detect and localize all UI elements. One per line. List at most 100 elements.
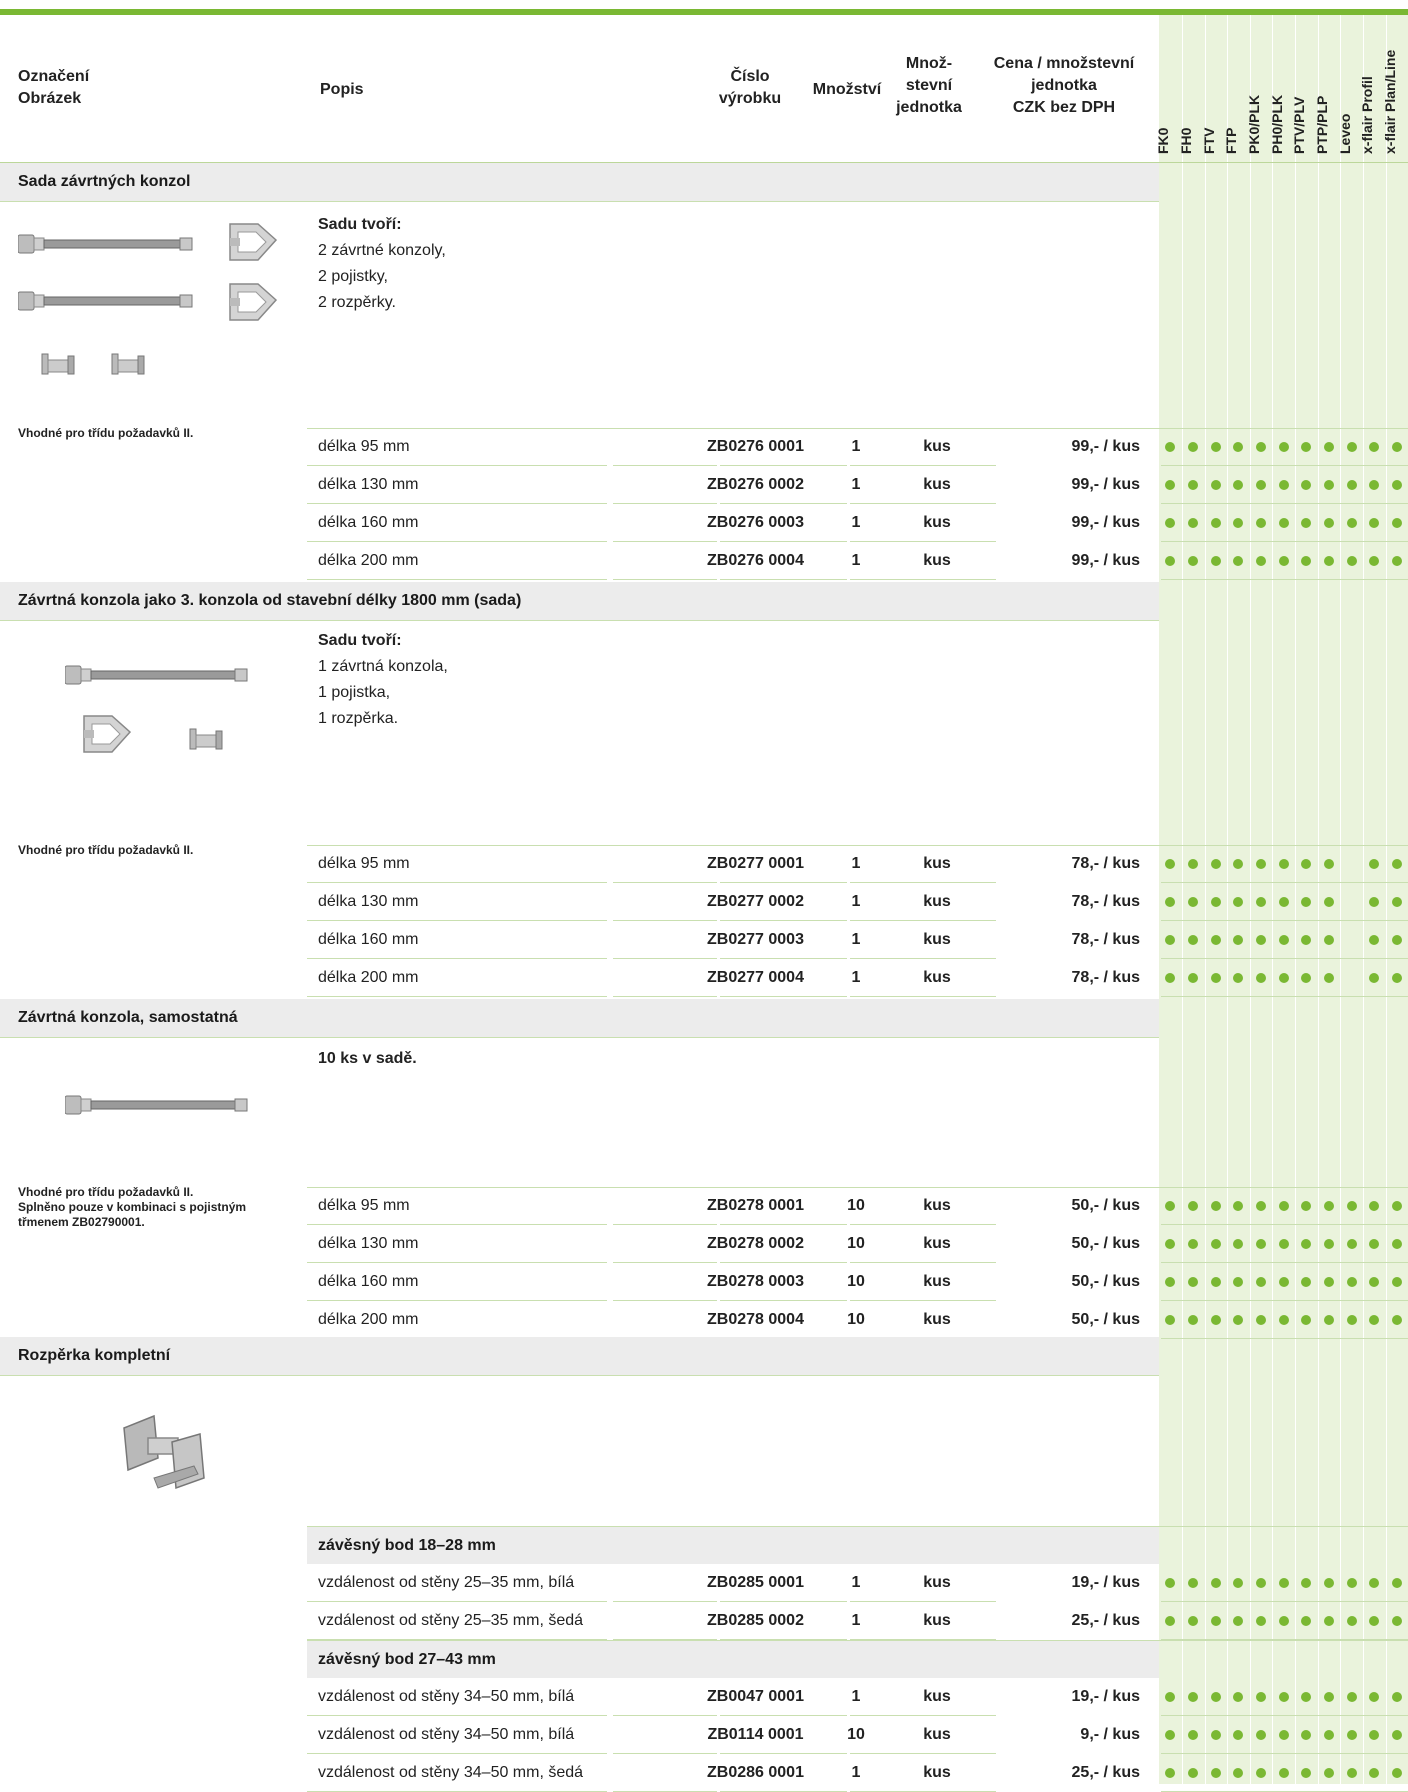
row-underline — [1161, 958, 1408, 959]
row-underline — [720, 465, 790, 466]
row-underline — [783, 1224, 847, 1225]
compat-dot — [1392, 480, 1402, 490]
compat-dot — [1256, 1277, 1266, 1287]
row-underline — [850, 1753, 996, 1754]
row-underline — [1161, 882, 1408, 883]
compat-dot — [1347, 1768, 1357, 1778]
compat-dot — [1256, 1730, 1266, 1740]
row-underline — [783, 579, 847, 580]
compat-dot — [1369, 1616, 1379, 1626]
row-underline — [850, 882, 996, 883]
row-description: délka 130 mm — [318, 1235, 419, 1252]
compat-dot — [1211, 1201, 1221, 1211]
compat-dot — [1211, 442, 1221, 452]
compat-dot — [1347, 518, 1357, 528]
compat-header-label: x-flair Profil — [1359, 76, 1375, 154]
compat-dot — [1188, 480, 1198, 490]
compat-dot — [1211, 859, 1221, 869]
description-heading: Sadu tvoří: — [318, 216, 402, 233]
table-row: délka 130 mm ZB0276 0002 1 kus 99,- / kus — [307, 467, 1408, 504]
description-line: 2 závrtné konzoly, — [318, 242, 446, 259]
header-price-line2: jednotka — [1031, 77, 1097, 94]
compat-dot — [1279, 1730, 1289, 1740]
compat-dot — [1279, 935, 1289, 945]
compat-dot — [1256, 973, 1266, 983]
compat-dot — [1392, 1277, 1402, 1287]
table-row: délka 200 mm ZB0276 0004 1 kus 99,- / kus — [307, 543, 1408, 580]
compat-dot — [1233, 1315, 1243, 1325]
compat-dot — [1188, 1201, 1198, 1211]
compat-dot — [1188, 442, 1198, 452]
compat-header-label: PK0/PLK — [1246, 94, 1262, 154]
row-underline — [613, 1601, 717, 1602]
compat-dot — [1324, 1277, 1334, 1287]
compat-dot — [1369, 935, 1379, 945]
compat-dot — [1347, 442, 1357, 452]
compat-dot — [1369, 1730, 1379, 1740]
row-underline — [307, 1715, 607, 1716]
header-col-designation: Označení Obrázek — [18, 66, 89, 110]
compat-dot — [1369, 1578, 1379, 1588]
compat-dot — [1279, 1201, 1289, 1211]
header-col-unit: Množ- stevní jednotka — [885, 53, 973, 119]
row-product-number: ZB0277 0003 — [707, 931, 804, 948]
row-description: délka 130 mm — [318, 893, 419, 910]
compat-dot — [1324, 1201, 1334, 1211]
row-unit: kus — [923, 1574, 951, 1591]
compat-header-label: FH0 — [1178, 127, 1194, 154]
compat-dot — [1347, 1239, 1357, 1249]
table-row: délka 200 mm ZB0278 0004 10 kus 50,- / kus — [307, 1302, 1408, 1339]
row-price: 9,- / kus — [1080, 1726, 1140, 1743]
subgroup-title: závěsný bod 18–28 mm — [318, 1537, 496, 1554]
row-price: 25,- / kus — [1071, 1612, 1140, 1629]
row-description: délka 95 mm — [318, 855, 410, 872]
compat-dot — [1324, 1692, 1334, 1702]
row-description: délka 200 mm — [318, 552, 419, 569]
row-underline — [850, 579, 996, 580]
safety-clip-image — [228, 220, 280, 269]
compat-dot — [1188, 1277, 1198, 1287]
compat-dot — [1279, 1239, 1289, 1249]
section-description: Sadu tvoří: 2 závrtné konzoly, 2 pojistky,… — [318, 212, 446, 316]
row-underline — [613, 958, 717, 959]
compat-dot — [1211, 1315, 1221, 1325]
requirement-note: Vhodné pro třídu požadavků II. Splněno p… — [18, 1185, 247, 1229]
header-unit-line1: Množ- — [905, 55, 953, 72]
compat-dot — [1369, 1315, 1379, 1325]
row-underline — [850, 1715, 996, 1716]
row-underline — [307, 1300, 607, 1301]
table-row: délka 95 mm ZB0277 0001 1 kus 78,- / kus — [307, 846, 1408, 883]
row-product-number: ZB0278 0001 — [707, 1197, 804, 1214]
compat-header-label: FTV — [1201, 127, 1217, 154]
compat-dot — [1165, 973, 1175, 983]
compat-dot — [1188, 973, 1198, 983]
table-row: vzdálenost od stěny 34–50 mm, bílá ZB0114… — [307, 1717, 1408, 1754]
compat-dot — [1188, 935, 1198, 945]
compat-dot — [1392, 1730, 1402, 1740]
row-product-number: ZB0278 0004 — [707, 1311, 804, 1328]
compat-dot — [1324, 1768, 1334, 1778]
row-price: 99,- / kus — [1071, 552, 1140, 569]
header-col-description: Popis — [320, 81, 364, 98]
description-line: 1 rozpěrka. — [318, 710, 399, 727]
row-product-number: ZB0278 0003 — [707, 1273, 804, 1290]
row-underline — [307, 1753, 607, 1754]
row-underline — [307, 1224, 607, 1225]
row-price: 78,- / kus — [1071, 855, 1140, 872]
header-unit-line3: jednotka — [896, 99, 962, 116]
row-product-number: ZB0276 0004 — [707, 552, 804, 569]
compat-dot — [1256, 935, 1266, 945]
row-unit: kus — [923, 514, 951, 531]
subgroup-top-line — [307, 1640, 1408, 1641]
row-unit: kus — [923, 1235, 951, 1252]
row-underline — [850, 920, 996, 921]
row-underline — [783, 920, 847, 921]
row-price: 50,- / kus — [1071, 1273, 1140, 1290]
compat-dot — [1233, 1239, 1243, 1249]
compat-dot — [1392, 518, 1402, 528]
row-underline — [307, 958, 607, 959]
safety-clip-image — [82, 712, 134, 761]
compat-dot — [1392, 935, 1402, 945]
row-underline — [1161, 1224, 1408, 1225]
row-underline — [720, 958, 790, 959]
